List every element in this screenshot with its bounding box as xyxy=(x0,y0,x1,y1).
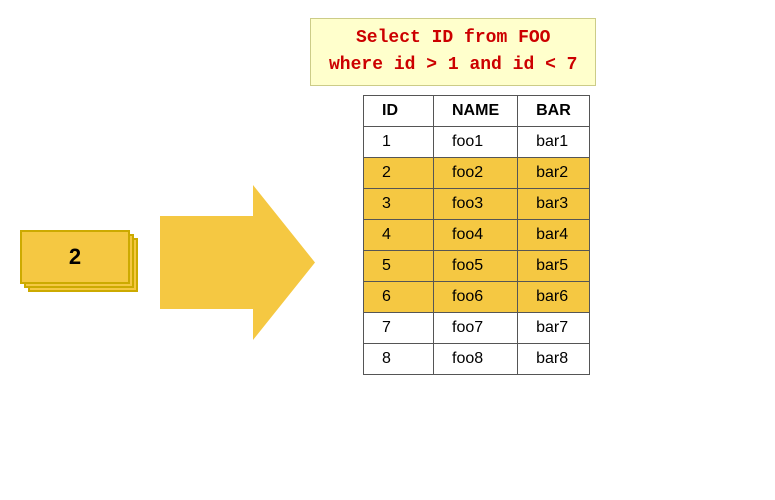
keyword-and: and xyxy=(469,55,501,75)
col-header-id: ID xyxy=(364,96,434,127)
cell-id: 8 xyxy=(364,344,434,375)
table-row: 6foo6bar6 xyxy=(364,282,590,313)
query-box: Select ID from FOO where id > 1 and id <… xyxy=(310,18,596,86)
query-id-field: ID xyxy=(432,28,454,48)
cell-bar: bar4 xyxy=(518,220,590,251)
cell-bar: bar3 xyxy=(518,189,590,220)
query-cond1: id > 1 xyxy=(394,55,459,75)
cell-id: 4 xyxy=(364,220,434,251)
table-row: 1foo1bar1 xyxy=(364,127,590,158)
cell-bar: bar6 xyxy=(518,282,590,313)
table-row: 7foo7bar7 xyxy=(364,313,590,344)
cell-id: 2 xyxy=(364,158,434,189)
keyword-select: Select xyxy=(356,28,421,48)
keyword-where: where xyxy=(329,55,383,75)
table-row: 2foo2bar2 xyxy=(364,158,590,189)
cell-bar: bar2 xyxy=(518,158,590,189)
cell-bar: bar7 xyxy=(518,313,590,344)
chevron-arrow xyxy=(160,185,315,340)
card-value: 2 xyxy=(69,244,81,270)
card-front: 2 xyxy=(20,230,130,284)
table-row: 8foo8bar8 xyxy=(364,344,590,375)
data-table: ID NAME BAR 1foo1bar12foo2bar23foo3bar34… xyxy=(363,95,590,375)
query-line-2: where id > 1 and id < 7 xyxy=(329,52,577,79)
keyword-from: from xyxy=(464,28,507,48)
cell-bar: bar8 xyxy=(518,344,590,375)
col-header-name: NAME xyxy=(434,96,518,127)
cell-id: 1 xyxy=(364,127,434,158)
cell-id: 3 xyxy=(364,189,434,220)
cell-id: 5 xyxy=(364,251,434,282)
query-table: FOO xyxy=(518,28,550,48)
cell-id: 6 xyxy=(364,282,434,313)
cell-name: foo8 xyxy=(434,344,518,375)
cell-name: foo1 xyxy=(434,127,518,158)
cell-name: foo5 xyxy=(434,251,518,282)
cell-name: foo7 xyxy=(434,313,518,344)
table-header-row: ID NAME BAR xyxy=(364,96,590,127)
col-header-bar: BAR xyxy=(518,96,590,127)
query-cond2: id < 7 xyxy=(513,55,578,75)
cell-name: foo6 xyxy=(434,282,518,313)
table-row: 5foo5bar5 xyxy=(364,251,590,282)
cell-id: 7 xyxy=(364,313,434,344)
table-row: 3foo3bar3 xyxy=(364,189,590,220)
cell-name: foo4 xyxy=(434,220,518,251)
cell-name: foo2 xyxy=(434,158,518,189)
cell-bar: bar5 xyxy=(518,251,590,282)
cell-bar: bar1 xyxy=(518,127,590,158)
query-line-1: Select ID from FOO xyxy=(329,25,577,52)
table-row: 4foo4bar4 xyxy=(364,220,590,251)
cell-name: foo3 xyxy=(434,189,518,220)
